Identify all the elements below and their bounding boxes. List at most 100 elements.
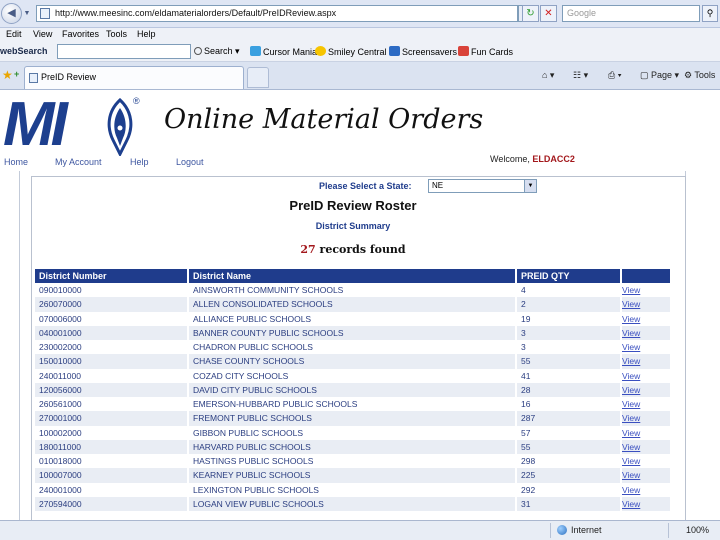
zoom-level[interactable]: 100%: [686, 525, 709, 535]
screensavers-button[interactable]: Screensavers: [389, 46, 457, 57]
view-link[interactable]: View: [621, 325, 672, 340]
status-divider: [668, 523, 669, 538]
tab-preid-review[interactable]: PreID Review: [24, 66, 244, 89]
page-icon: [29, 73, 38, 83]
view-link[interactable]: View: [621, 368, 672, 383]
district-number-cell: 120056000: [35, 382, 189, 397]
cursor-mania-button[interactable]: Cursor Mania: [250, 46, 317, 57]
feeds-icon[interactable]: ☷ ▾: [573, 70, 588, 81]
view-link[interactable]: View: [621, 397, 672, 412]
view-link[interactable]: View: [621, 496, 672, 511]
district-number-cell: 240001000: [35, 482, 189, 497]
table-row: 070006000 ALLIANCE PUBLIC SCHOOLS 19 View: [35, 311, 672, 326]
print-icon[interactable]: ⎙ ▾: [608, 70, 621, 81]
column-header-preid-qty[interactable]: PREID QTY: [516, 269, 622, 283]
view-link[interactable]: View: [621, 411, 672, 426]
menu-edit[interactable]: Edit: [6, 29, 22, 39]
view-link[interactable]: View: [621, 297, 672, 312]
search-go-icon[interactable]: ⚲: [702, 5, 718, 22]
add-favorite-icon[interactable]: +: [14, 69, 19, 79]
preid-qty-cell: 57: [516, 425, 622, 440]
district-number-cell: 260561000: [35, 397, 189, 412]
column-header-district-number[interactable]: District Number: [35, 269, 189, 283]
tab-bar: ★ + PreID Review ⌂ ▾ ☷ ▾ ⎙ ▾ ▢ Page ▾ ⚙ …: [0, 62, 720, 90]
welcome-prefix: Welcome,: [490, 154, 530, 164]
district-number-cell: 100007000: [35, 468, 189, 483]
view-link[interactable]: View: [621, 454, 672, 469]
page-icon: [40, 8, 50, 19]
district-number-cell: 070006000: [35, 311, 189, 326]
preid-qty-cell: 3: [516, 340, 622, 355]
view-link[interactable]: View: [621, 468, 672, 483]
site-header: MI ® Online Material Orders Home My Acco…: [0, 90, 720, 170]
district-name-cell: EMERSON-HUBBARD PUBLIC SCHOOLS: [188, 397, 517, 412]
websearch-input[interactable]: [57, 44, 191, 59]
view-link[interactable]: View: [621, 283, 672, 298]
view-link[interactable]: View: [621, 482, 672, 497]
stop-icon[interactable]: ✕: [540, 5, 557, 22]
view-link[interactable]: View: [621, 382, 672, 397]
table-row: 120056000 DAVID CITY PUBLIC SCHOOLS 28 View: [35, 382, 672, 397]
menu-view[interactable]: View: [33, 29, 52, 39]
address-toolbar: ◀ ▼ http://www.meesinc.com/eldamaterialo…: [0, 0, 720, 28]
roster-table: District Number District Name PREID QTY …: [35, 269, 672, 511]
preid-qty-cell: 3: [516, 325, 622, 340]
menu-tools[interactable]: Tools: [106, 29, 127, 39]
view-link[interactable]: View: [621, 425, 672, 440]
table-row: 230002000 CHADRON PUBLIC SCHOOLS 3 View: [35, 340, 672, 355]
district-number-cell: 270594000: [35, 496, 189, 511]
page-menu[interactable]: ▢ Page ▾: [640, 70, 679, 81]
district-name-cell: ALLIANCE PUBLIC SCHOOLS: [188, 311, 517, 326]
logo-text: MI: [3, 90, 68, 159]
websearch-button[interactable]: Search ▾: [194, 46, 240, 57]
favorites-star-icon[interactable]: ★: [2, 68, 13, 82]
tools-menu[interactable]: ⚙ Tools: [684, 70, 715, 81]
fun-cards-button[interactable]: Fun Cards: [458, 46, 513, 57]
preid-qty-cell: 55: [516, 354, 622, 369]
records-found: 27 records found: [0, 243, 706, 256]
status-bar: Internet 100%: [0, 520, 720, 540]
district-name-cell: LOGAN VIEW PUBLIC SCHOOLS: [188, 496, 517, 511]
registered-mark: ®: [133, 96, 140, 106]
column-header-actions: [621, 269, 672, 283]
search-input[interactable]: Google: [562, 5, 700, 22]
home-icon[interactable]: ⌂ ▾: [542, 70, 554, 81]
menu-favorites[interactable]: Favorites: [62, 29, 99, 39]
view-link[interactable]: View: [621, 439, 672, 454]
roster-body: 090010000 AINSWORTH COMMUNITY SCHOOLS 4 Vie…: [35, 283, 672, 511]
menu-help[interactable]: Help: [137, 29, 156, 39]
view-link[interactable]: View: [621, 311, 672, 326]
preid-qty-cell: 292: [516, 482, 622, 497]
nav-home[interactable]: Home: [4, 157, 28, 167]
preid-qty-cell: 19: [516, 311, 622, 326]
nav-logout[interactable]: Logout: [176, 157, 204, 167]
smiley-central-button[interactable]: Smiley Central: [315, 46, 387, 57]
globe-icon: [557, 525, 567, 535]
refresh-icon[interactable]: ↻: [522, 5, 539, 22]
table-row: 100002000 GIBBON PUBLIC SCHOOLS 57 View: [35, 425, 672, 440]
district-number-cell: 260070000: [35, 297, 189, 312]
nav-help[interactable]: Help: [130, 157, 149, 167]
magnifier-icon: [194, 47, 202, 55]
address-bar[interactable]: http://www.meesinc.com/eldamaterialorder…: [36, 5, 518, 22]
state-select[interactable]: NE ▼: [428, 179, 537, 193]
district-number-cell: 100002000: [35, 425, 189, 440]
view-link[interactable]: View: [621, 340, 672, 355]
table-row: 240011000 COZAD CITY SCHOOLS 41 View: [35, 368, 672, 383]
view-link[interactable]: View: [621, 354, 672, 369]
preid-qty-cell: 2: [516, 297, 622, 312]
table-row: 180011000 HARVARD PUBLIC SCHOOLS 55 View: [35, 439, 672, 454]
district-name-cell: COZAD CITY SCHOOLS: [188, 368, 517, 383]
back-icon[interactable]: ◀: [1, 3, 22, 24]
table-row: 270001000 FREMONT PUBLIC SCHOOLS 287 View: [35, 411, 672, 426]
nav-my-account[interactable]: My Account: [55, 157, 102, 167]
table-row: 040001000 BANNER COUNTY PUBLIC SCHOOLS 3 Vi…: [35, 325, 672, 340]
district-summary-link[interactable]: District Summary: [0, 221, 706, 231]
new-tab-button[interactable]: [247, 67, 269, 88]
menu-bar: Edit View Favorites Tools Help: [0, 28, 720, 42]
district-number-cell: 090010000: [35, 283, 189, 298]
column-header-district-name[interactable]: District Name: [188, 269, 517, 283]
history-dropdown-icon[interactable]: ▼: [22, 3, 32, 24]
preid-qty-cell: 28: [516, 382, 622, 397]
district-name-cell: AINSWORTH COMMUNITY SCHOOLS: [188, 283, 517, 298]
